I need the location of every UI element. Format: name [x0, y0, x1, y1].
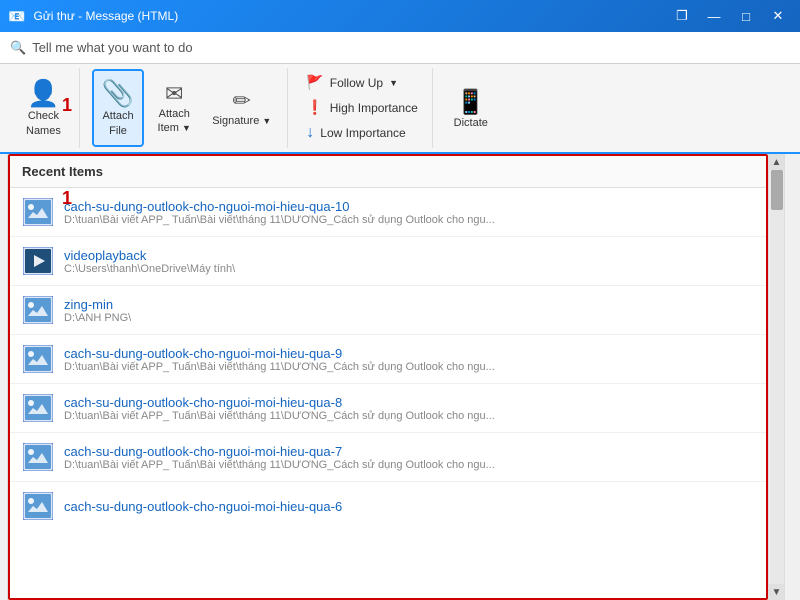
file-name: cach-su-dung-outlook-cho-nguoi-moi-hieu-… [64, 499, 754, 514]
ribbon-group-tags: 🚩 Follow Up ▼ ❗ High Importance ↓ Low Im… [292, 68, 432, 148]
file-info: cach-su-dung-outlook-cho-nguoi-moi-hieu-… [64, 395, 754, 422]
ribbon-group-voice: 📱 Dictate [437, 68, 505, 148]
follow-up-dropdown-icon: ▼ [389, 78, 398, 88]
list-item[interactable]: cach-su-dung-outlook-cho-nguoi-moi-hieu-… [10, 188, 766, 237]
file-icon-image [22, 490, 54, 522]
high-importance-label: High Importance [330, 101, 418, 115]
file-path: D:\tuan\Bài viết APP_ Tuấn\Bài viết\thán… [64, 361, 754, 373]
scroll-up-arrow[interactable]: ▲ [769, 154, 785, 170]
restore-button[interactable]: ❐ [668, 6, 696, 26]
ribbon: 👤 CheckNames 📎 AttachFile ✉ AttachItem ▼… [0, 64, 800, 154]
recent-panel: Recent Items cach-su-dung-outlook-cho-ng… [8, 154, 768, 600]
mail-icon: ✉ [165, 81, 183, 107]
high-importance-button[interactable]: ❗ High Importance [300, 96, 423, 119]
file-info: zing-min D:\ANH PNG\ [64, 297, 754, 324]
list-item[interactable]: zing-min D:\ANH PNG\ [10, 286, 766, 335]
list-item[interactable]: cach-su-dung-outlook-cho-nguoi-moi-hieu-… [10, 482, 766, 530]
list-item[interactable]: cach-su-dung-outlook-cho-nguoi-moi-hieu-… [10, 335, 766, 384]
recent-items-list: cach-su-dung-outlook-cho-nguoi-moi-hieu-… [10, 188, 766, 598]
file-info: cach-su-dung-outlook-cho-nguoi-moi-hieu-… [64, 444, 754, 471]
down-arrow-icon: ↓ [306, 124, 314, 142]
file-info: cach-su-dung-outlook-cho-nguoi-moi-hieu-… [64, 499, 754, 514]
file-path: D:\tuan\Bài viết APP_ Tuấn\Bài viết\thán… [64, 410, 754, 422]
app-icon: 📧 [8, 8, 25, 25]
file-path: C:\Users\thanh\OneDrive\Máy tính\ [64, 263, 754, 275]
file-name: cach-su-dung-outlook-cho-nguoi-moi-hieu-… [64, 444, 754, 459]
maximize-button[interactable]: □ [732, 6, 760, 26]
list-item[interactable]: cach-su-dung-outlook-cho-nguoi-moi-hieu-… [10, 433, 766, 482]
dictate-label: Dictate [454, 117, 488, 129]
search-icon: 🔍 [10, 40, 26, 56]
microphone-icon: 📱 [456, 88, 486, 117]
scrollbar[interactable]: ▲ ▼ [768, 154, 784, 600]
attach-file-button[interactable]: 📎 AttachFile [92, 69, 144, 147]
ribbon-group-attach: 📎 AttachFile ✉ AttachItem ▼ ✏ Signature … [84, 68, 288, 148]
file-name: zing-min [64, 297, 754, 312]
attach-file-label: AttachFile [102, 109, 133, 138]
file-name: cach-su-dung-outlook-cho-nguoi-moi-hieu-… [64, 199, 754, 214]
file-name: videoplayback [64, 248, 754, 263]
low-importance-label: Low Importance [320, 126, 405, 140]
file-icon-image [22, 441, 54, 473]
file-icon-video [22, 245, 54, 277]
scroll-track[interactable] [770, 170, 784, 584]
content-area: Recent Items cach-su-dung-outlook-cho-ng… [8, 154, 768, 600]
ribbon-search-bar[interactable]: 🔍 Tell me what you want to do [0, 32, 800, 64]
signature-button[interactable]: ✏ Signature ▼ [204, 69, 279, 147]
follow-up-label: Follow Up [330, 76, 383, 90]
minimize-button[interactable]: — [700, 6, 728, 26]
scroll-thumb[interactable] [771, 170, 783, 210]
dictate-button[interactable]: 📱 Dictate [445, 69, 497, 147]
search-placeholder: Tell me what you want to do [32, 40, 192, 55]
right-bar [784, 154, 800, 600]
window-title: Gửi thư - Message (HTML) [33, 9, 178, 23]
attach-item-label: AttachItem ▼ [158, 107, 191, 136]
title-bar: 📧 Gửi thư - Message (HTML) ❐ — □ ✕ [0, 0, 800, 32]
main-panel: Recent Items cach-su-dung-outlook-cho-ng… [0, 154, 800, 600]
file-path: D:\tuan\Bài viết APP_ Tuấn\Bài viết\thán… [64, 459, 754, 471]
title-bar-controls: ❐ — □ ✕ [668, 6, 792, 26]
file-info: cach-su-dung-outlook-cho-nguoi-moi-hieu-… [64, 346, 754, 373]
file-icon-image [22, 392, 54, 424]
follow-up-button[interactable]: 🚩 Follow Up ▼ [300, 71, 423, 94]
signature-label: Signature ▼ [212, 114, 271, 128]
left-sidebar [0, 154, 8, 600]
list-item[interactable]: videoplayback C:\Users\thanh\OneDrive\Má… [10, 237, 766, 286]
file-icon-image [22, 343, 54, 375]
item-3-wrapper: 2 zing-min D: [10, 286, 766, 335]
file-icon-image [22, 294, 54, 326]
file-info: cach-su-dung-outlook-cho-nguoi-moi-hieu-… [64, 199, 754, 226]
attach-item-button[interactable]: ✉ AttachItem ▼ [148, 69, 200, 147]
badge-1: 1 [62, 95, 72, 116]
close-button[interactable]: ✕ [764, 6, 792, 26]
file-name: cach-su-dung-outlook-cho-nguoi-moi-hieu-… [64, 346, 754, 361]
file-info: videoplayback C:\Users\thanh\OneDrive\Má… [64, 248, 754, 275]
person-icon: 👤 [27, 78, 59, 109]
paperclip-icon: 📎 [102, 78, 134, 109]
check-names-label: CheckNames [26, 109, 61, 138]
pen-icon: ✏ [233, 88, 251, 114]
file-path: D:\tuan\Bài viết APP_ Tuấn\Bài viết\thán… [64, 214, 754, 226]
flag-icon: 🚩 [306, 74, 323, 91]
file-path: D:\ANH PNG\ [64, 312, 754, 324]
file-icon-image [22, 196, 54, 228]
title-bar-left: 📧 Gửi thư - Message (HTML) [8, 8, 178, 25]
scroll-down-arrow[interactable]: ▼ [769, 584, 785, 600]
recent-items-header: Recent Items [10, 156, 766, 188]
list-item[interactable]: cach-su-dung-outlook-cho-nguoi-moi-hieu-… [10, 384, 766, 433]
low-importance-button[interactable]: ↓ Low Importance [300, 121, 423, 145]
exclamation-icon: ❗ [306, 99, 323, 116]
file-name: cach-su-dung-outlook-cho-nguoi-moi-hieu-… [64, 395, 754, 410]
